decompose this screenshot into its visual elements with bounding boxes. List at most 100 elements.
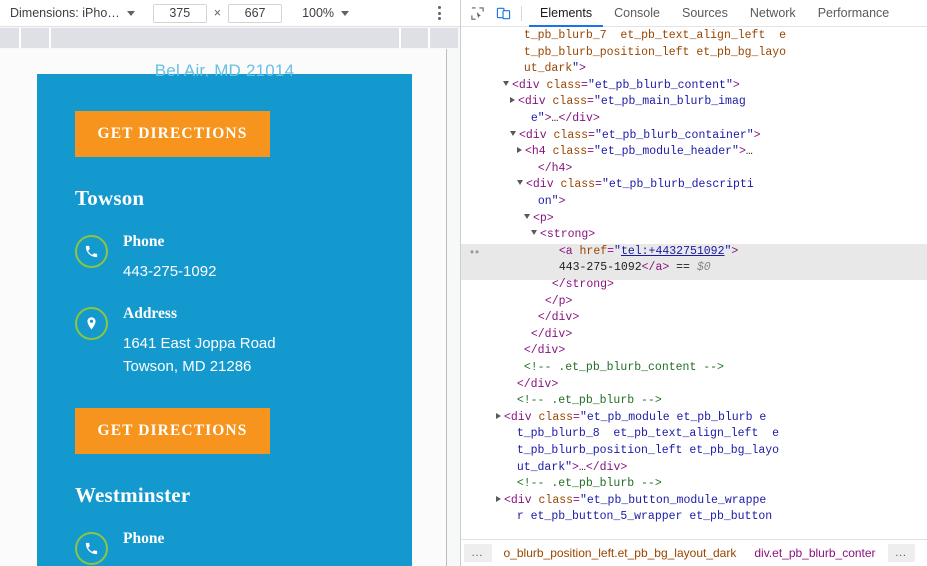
dom-token-tag: </div> (558, 112, 600, 125)
dom-token-val: " (572, 62, 580, 76)
tab-sources[interactable]: Sources (671, 0, 739, 27)
dom-line-content: t_pb_blurb_position_left et_pb_bg_layo (503, 443, 779, 460)
get-directions-button-2[interactable]: GET DIRECTIONS (75, 408, 270, 454)
dom-tree-line[interactable]: </p> (461, 294, 927, 311)
dom-tree-line[interactable]: 443-275-1092</a> == $0 (461, 260, 927, 277)
zoom-level-select[interactable]: 100% (302, 6, 350, 20)
dom-token-val: "et_pb_blurb_descripti (601, 178, 754, 192)
dom-tree-line[interactable]: <div class="et_pb_blurb_content"> (461, 78, 927, 95)
dom-line-content: <div class="et_pb_blurb_content"> (503, 78, 740, 95)
phone-icon (75, 532, 108, 565)
chevron-down-icon[interactable] (510, 130, 516, 136)
dom-tree-line[interactable]: <div class="et_pb_module et_pb_blurb e (461, 410, 927, 427)
dom-tree-line[interactable]: </div> (461, 377, 927, 394)
viewport-width-input[interactable] (152, 3, 207, 23)
chevron-down-icon[interactable] (524, 213, 530, 219)
breadcrumb-item-0[interactable]: o_blurb_position_left.et_pb_bg_layout_da… (495, 546, 746, 560)
breadcrumb-overflow-right[interactable]: … (887, 544, 916, 562)
dom-tree-line[interactable]: <div class="et_pb_main_blurb_imag (461, 94, 927, 111)
breadcrumb-overflow-left[interactable]: … (464, 544, 492, 562)
tab-network[interactable]: Network (739, 0, 807, 27)
dom-tree-line[interactable]: </div> (461, 327, 927, 344)
dom-token-val: r et_pb_button_5_wrapper et_pb_button (516, 510, 773, 524)
chevron-down-icon (126, 10, 135, 16)
dom-tree-line[interactable]: </h4> (461, 161, 927, 178)
dom-tree-line[interactable]: t_pb_blurb_position_left et_pb_bg_layo (461, 45, 927, 62)
dom-tree-line[interactable]: </div> (461, 310, 927, 327)
dom-tree-line[interactable]: <div class="et_pb_blurb_descripti (461, 177, 927, 194)
chevron-down-icon (341, 10, 350, 16)
dom-tree-line[interactable]: <!-- .et_pb_blurb_content --> (461, 360, 927, 377)
zoom-level-label: 100% (302, 6, 335, 20)
dom-tree-line[interactable]: e">…</div> (461, 111, 927, 128)
dom-tree-line[interactable]: t_pb_blurb_7 et_pb_text_align_left e (461, 28, 927, 45)
dom-tree-line[interactable]: <strong> (461, 227, 927, 244)
dom-tree-line[interactable]: </div> (461, 343, 927, 360)
dom-line-content: </div> (510, 343, 565, 360)
dom-token-tag: <div (519, 128, 554, 142)
blurb-text-group: Address 1641 East Joppa Road Towson, MD … (123, 304, 276, 378)
blurb-description-phone[interactable]: 443-275-1092 (123, 260, 216, 283)
dom-token-link[interactable]: tel:+4432751092 (621, 245, 725, 258)
chevron-right-icon[interactable] (517, 147, 522, 154)
dom-tree-line[interactable]: </strong> (461, 277, 927, 294)
dom-tree[interactable]: t_pb_blurb_7 et_pb_text_align_left e t_p… (461, 28, 927, 538)
devtools-panel: Elements Console Sources Network Perform… (460, 0, 927, 566)
dom-tree-line[interactable]: <p> (461, 211, 927, 228)
breadcrumb-item-1[interactable]: div.et_pb_blurb_conter (745, 546, 884, 560)
dom-token-text: … (745, 145, 753, 159)
dom-token-tag: = (573, 493, 580, 507)
dom-tree-line[interactable]: <div class="et_pb_button_module_wrappe (461, 493, 927, 510)
tab-console[interactable]: Console (603, 0, 671, 27)
dom-tree-line[interactable]: <div class="et_pb_blurb_container"> (461, 128, 927, 145)
dom-token-tag: </h4> (537, 161, 573, 175)
dom-token-tag: <div (512, 78, 547, 92)
blurb-title: Address (123, 305, 177, 322)
tab-performance[interactable]: Performance (807, 0, 901, 27)
dom-line-content: ut_dark"> (510, 61, 586, 78)
tab-elements[interactable]: Elements (529, 0, 603, 27)
dom-token-tag: = (607, 244, 615, 258)
dom-tree-line[interactable]: r et_pb_button_5_wrapper et_pb_button (461, 509, 927, 526)
device-emulation-pane: Dimensions: iPho… × 100% Bel Air, MD (0, 0, 460, 566)
chevron-down-icon[interactable] (503, 80, 509, 86)
chevron-right-icon[interactable] (510, 97, 515, 104)
dom-tree-line[interactable]: <h4 class="et_pb_module_header">… (461, 144, 927, 161)
dom-token-attr: class (560, 178, 596, 192)
chevron-down-icon[interactable] (517, 180, 523, 186)
device-toolbar-icon[interactable] (492, 2, 514, 24)
scroll-overflow-indicator: •• (470, 246, 481, 259)
kebab-menu-icon[interactable] (432, 4, 446, 22)
screenshot-root: Dimensions: iPho… × 100% Bel Air, MD (0, 0, 927, 566)
chevron-right-icon[interactable] (496, 495, 501, 502)
chevron-right-icon[interactable] (496, 412, 501, 419)
viewport-ruler[interactable] (0, 28, 458, 48)
dom-tree-line[interactable]: t_pb_blurb_8 et_pb_text_align_left e (461, 426, 927, 443)
inspect-element-icon[interactable] (466, 2, 488, 24)
dom-tree-line[interactable]: <!-- .et_pb_blurb --> (461, 476, 927, 493)
dom-line-content: r et_pb_button_5_wrapper et_pb_button (503, 509, 772, 526)
dom-tree-line[interactable]: on"> (461, 194, 927, 211)
device-dimensions-select[interactable]: Dimensions: iPho… (10, 6, 135, 20)
dom-tree-line[interactable]: t_pb_blurb_position_left et_pb_bg_layo (461, 443, 927, 460)
dom-line-content: <!-- .et_pb_blurb --> (503, 476, 662, 493)
get-directions-button-1[interactable]: GET DIRECTIONS (75, 111, 270, 157)
chevron-down-icon[interactable] (531, 230, 537, 236)
dom-tree-line[interactable]: ut_dark">…</div> (461, 460, 927, 477)
dom-tree-line[interactable]: ut_dark"> (461, 61, 927, 78)
device-viewport[interactable]: Bel Air, MD 21014 GET DIRECTIONS Towson … (0, 49, 447, 566)
dom-tree-line[interactable]: <!-- .et_pb_blurb --> (461, 393, 927, 410)
viewport-height-input[interactable] (228, 3, 283, 23)
dom-line-content: <p> (524, 211, 554, 228)
dom-tree-line[interactable]: •• <a href="tel:+4432751092"> (461, 244, 927, 261)
dom-token-attr: href (579, 244, 608, 258)
dom-token-val: t_pb_blurb_8 et_pb_text_align_left e (516, 427, 780, 441)
